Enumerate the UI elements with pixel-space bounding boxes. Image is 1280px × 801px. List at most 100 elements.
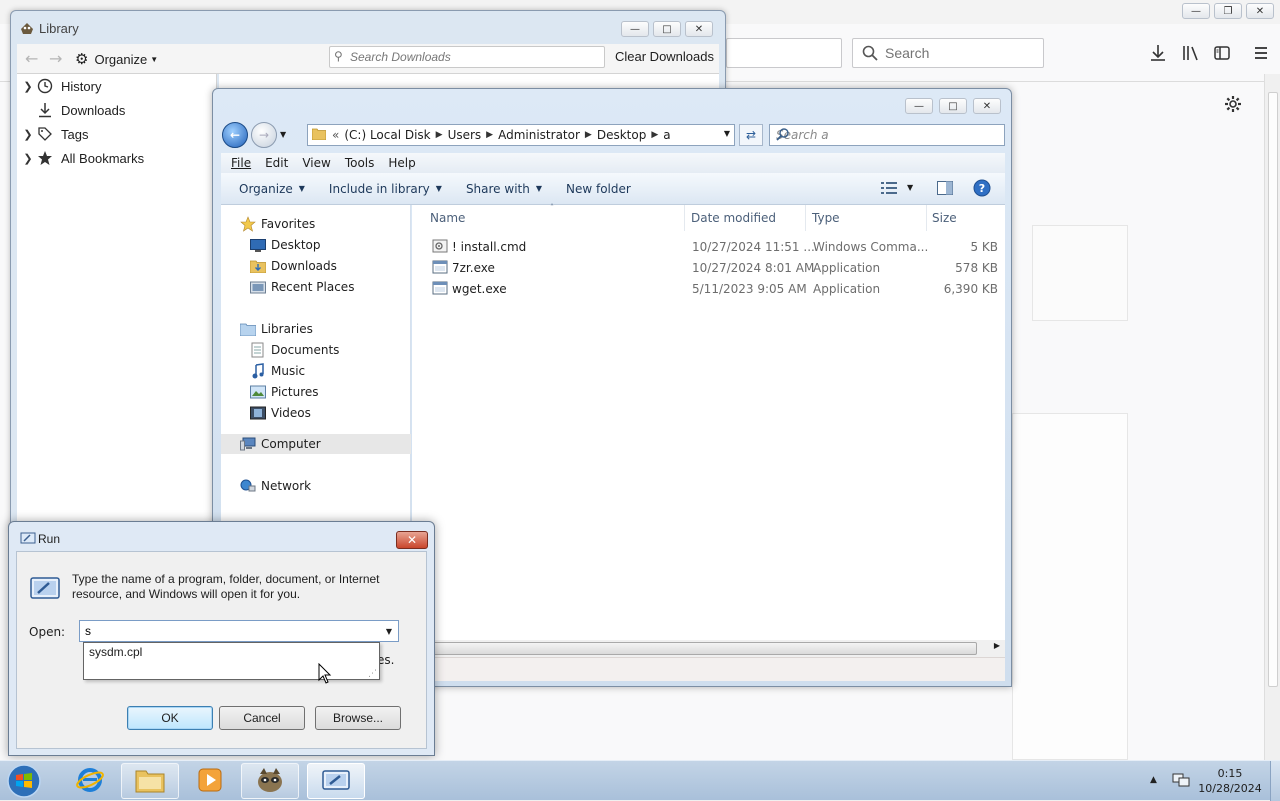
top-site-tile[interactable] [1032, 225, 1128, 321]
address-dropdown-icon[interactable]: ▼ [724, 129, 730, 138]
sidebar-item-history[interactable]: ❯ History [21, 75, 101, 97]
menu-edit[interactable]: Edit [265, 156, 288, 170]
preview-pane-icon[interactable] [937, 181, 953, 198]
taskbar-windows-explorer[interactable] [121, 763, 179, 799]
open-combobox[interactable]: ▼ [79, 620, 399, 642]
recent-pages-arrow-icon[interactable]: ▼ [280, 130, 286, 139]
refresh-icon[interactable]: ⇄ [739, 124, 763, 146]
nav-libraries[interactable]: Libraries [239, 319, 313, 339]
column-header-type[interactable]: Type [812, 211, 840, 225]
library-minimize-button[interactable]: — [621, 21, 649, 37]
nav-label: Music [271, 364, 306, 378]
file-row[interactable]: ! install.cmd 10/27/2024 11:51 ... Windo… [422, 237, 1002, 257]
breadcrumb-desktop[interactable]: Desktop [597, 128, 647, 142]
sidebar-item-tags[interactable]: ❯ Tags [21, 123, 88, 145]
dropdown-arrow-icon: ▼ [535, 184, 542, 193]
resize-grip-icon[interactable]: ⋰ [368, 669, 377, 679]
nav-network[interactable]: Network [239, 476, 311, 496]
taskbar-internet-explorer[interactable] [61, 763, 119, 799]
nav-recent-places[interactable]: Recent Places [249, 277, 354, 297]
view-dropdown-icon[interactable]: ▼ [907, 183, 913, 192]
view-options-icon[interactable] [881, 181, 897, 198]
nav-desktop[interactable]: Desktop [249, 235, 321, 255]
gear-icon[interactable] [1222, 93, 1244, 115]
open-input[interactable] [82, 622, 372, 640]
nav-computer[interactable]: Computer [239, 434, 321, 454]
taskbar-run[interactable] [307, 763, 365, 799]
explorer-maximize-button[interactable]: □ [939, 98, 967, 114]
run-close-button[interactable]: ✕ [396, 531, 428, 549]
share-with-command[interactable]: Share with ▼ [466, 182, 542, 196]
clock[interactable]: 0:15 10/28/2024 [1198, 766, 1262, 796]
explorer-minimize-button[interactable]: — [905, 98, 933, 114]
show-desktop-button[interactable] [1270, 761, 1280, 801]
file-size: 578 KB [955, 261, 998, 275]
menu-view[interactable]: View [302, 156, 330, 170]
address-bar[interactable]: « (C:) Local Disk ▶ Users ▶ Administrator ▶… [307, 124, 735, 146]
nav-pictures[interactable]: Pictures [249, 382, 319, 402]
start-button[interactable] [4, 762, 44, 800]
menu-file[interactable]: File [231, 156, 251, 170]
network-tray-icon[interactable] [1172, 772, 1190, 791]
column-header-date-modified[interactable]: Date modified [691, 211, 776, 225]
nav-documents[interactable]: Documents [249, 340, 339, 360]
scroll-right-arrow-icon[interactable]: ▶ [994, 641, 1000, 650]
breadcrumb-local-disk[interactable]: (C:) Local Disk [344, 128, 430, 142]
explorer-search-input[interactable]: Search a [769, 124, 1005, 146]
breadcrumb-users[interactable]: Users [448, 128, 482, 142]
library-search-input[interactable]: ⚲ Search Downloads [329, 46, 605, 68]
menu-tools[interactable]: Tools [345, 156, 375, 170]
organize-command[interactable]: Organize ▼ [239, 182, 305, 196]
ok-button[interactable]: OK [127, 706, 213, 730]
back-button[interactable]: ← [222, 122, 248, 148]
file-row[interactable]: wget.exe 5/11/2023 9:05 AM Application 6… [422, 279, 1002, 299]
scrollbar-thumb[interactable] [432, 642, 977, 655]
explorer-close-button[interactable]: ✕ [973, 98, 1001, 114]
column-header-size[interactable]: Size [932, 211, 957, 225]
nav-music[interactable]: Music [249, 361, 305, 381]
firefox-search-box[interactable]: Search [852, 38, 1044, 68]
firefox-url-bar[interactable] [726, 38, 842, 68]
autocomplete-item[interactable]: sysdm.cpl [89, 645, 142, 659]
browse-button[interactable]: Browse... [315, 706, 401, 730]
nav-downloads[interactable]: Downloads [249, 256, 337, 276]
horizontal-scrollbar[interactable]: ▶ [412, 640, 1005, 657]
hamburger-menu-icon[interactable] [1250, 42, 1272, 64]
firefox-close-button[interactable]: ✕ [1246, 3, 1274, 19]
nav-favorites[interactable]: Favorites [239, 214, 315, 234]
sidebar-item-downloads[interactable]: Downloads [21, 99, 125, 121]
firefox-scrollbar[interactable] [1264, 74, 1280, 760]
clear-downloads-button[interactable]: Clear Downloads [615, 49, 714, 64]
organize-button[interactable]: ⚙ Organize ▼ [75, 50, 158, 68]
application-icon [432, 280, 448, 299]
library-icon[interactable] [1179, 42, 1201, 64]
menu-help[interactable]: Help [388, 156, 415, 170]
help-icon[interactable]: ? [973, 179, 991, 200]
sidebar-icon[interactable] [1211, 42, 1233, 64]
library-close-button[interactable]: ✕ [685, 21, 713, 37]
breadcrumb-administrator[interactable]: Administrator [498, 128, 580, 142]
breadcrumb-a[interactable]: a [663, 128, 670, 142]
firefox-restore-button[interactable]: ❐ [1214, 3, 1242, 19]
column-header-name[interactable]: Name [430, 211, 465, 225]
combobox-dropdown-icon[interactable]: ▼ [380, 621, 398, 641]
forward-button[interactable]: → [251, 122, 277, 148]
library-maximize-button[interactable]: □ [653, 21, 681, 37]
download-icon[interactable] [1147, 42, 1169, 64]
nav-videos[interactable]: Videos [249, 403, 311, 423]
show-hidden-icons-button[interactable]: ▲ [1150, 775, 1157, 785]
taskbar-media-player[interactable] [181, 763, 239, 799]
cancel-button[interactable]: Cancel [219, 706, 305, 730]
file-row[interactable]: 7zr.exe 10/27/2024 8:01 AM Application 5… [422, 258, 1002, 278]
include-in-library-command[interactable]: Include in library ▼ [329, 182, 442, 196]
forward-arrow-icon[interactable]: → [49, 49, 62, 68]
back-arrow-icon[interactable]: ← [25, 49, 38, 68]
expand-arrow-icon[interactable]: ❯ [21, 152, 35, 165]
new-folder-command[interactable]: New folder [566, 182, 631, 196]
expand-arrow-icon[interactable]: ❯ [21, 128, 35, 141]
overflow-chevron-icon[interactable]: « [332, 128, 339, 142]
firefox-minimize-button[interactable]: — [1182, 3, 1210, 19]
sidebar-item-all-bookmarks[interactable]: ❯ All Bookmarks [21, 147, 144, 169]
taskbar-firefox[interactable] [241, 763, 299, 799]
expand-arrow-icon[interactable]: ❯ [21, 80, 35, 93]
